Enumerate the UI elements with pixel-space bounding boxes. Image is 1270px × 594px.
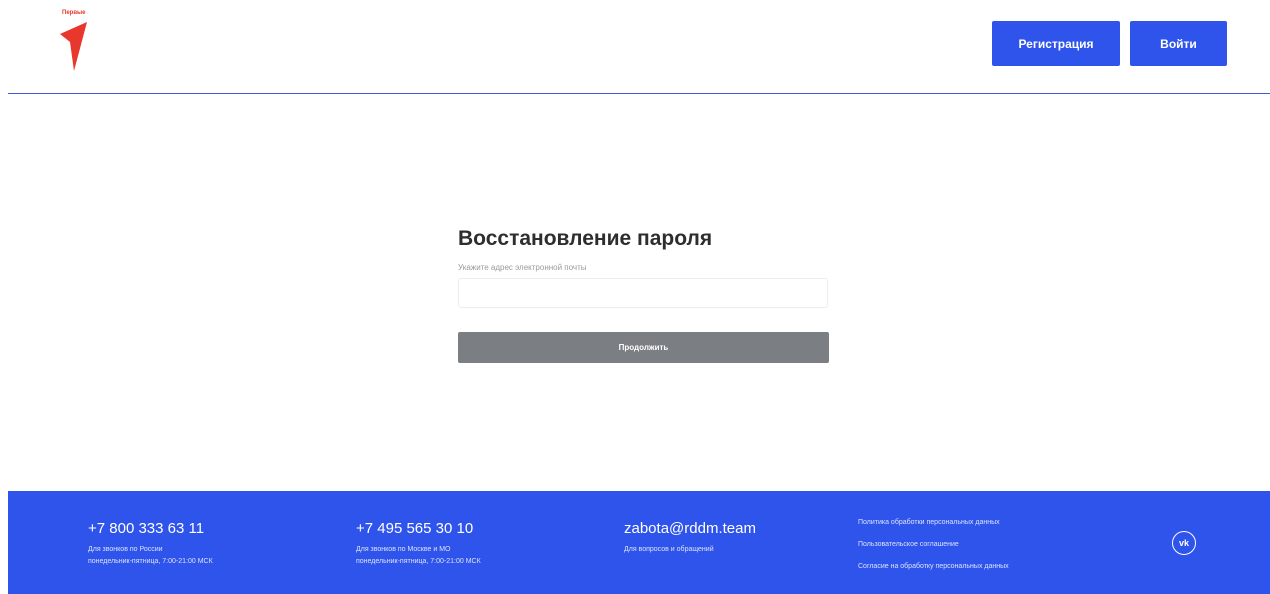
site-header: Первые Регистрация Войти (0, 0, 1270, 95)
privacy-policy-link[interactable]: Политика обработки персональных данных (858, 519, 1009, 541)
page-title: Восстановление пароля (458, 227, 713, 250)
email-label: Укажите адрес электронной почты (458, 263, 587, 272)
email-field[interactable] (458, 278, 828, 308)
data-consent-link[interactable]: Согласие на обработку персональных данны… (858, 563, 1009, 585)
continue-button[interactable]: Продолжить (458, 332, 829, 363)
register-button[interactable]: Регистрация (992, 21, 1120, 66)
phone-moscow-note: Для звонков по Москве и МО (356, 546, 451, 553)
logo[interactable]: Первые (58, 10, 98, 72)
footer-contact-email: zabota@rddm.team Для вопросов и обращени… (624, 520, 756, 556)
phone-russia[interactable]: +7 800 333 63 11 (88, 520, 213, 537)
footer-contact-russia: +7 800 333 63 11 Для звонков по России п… (88, 520, 213, 568)
footer-legal-links: Политика обработки персональных данных П… (858, 519, 1009, 585)
vk-glyph: vk (1178, 538, 1189, 548)
footer-contact-moscow: +7 495 565 30 10 Для звонков по Москве и… (356, 520, 481, 568)
phone-russia-hours: понедельник-пятница, 7:00-21:00 МСК (88, 558, 213, 565)
phone-moscow[interactable]: +7 495 565 30 10 (356, 520, 481, 537)
phone-russia-note: Для звонков по России (88, 546, 163, 553)
header-divider (8, 93, 1270, 94)
site-footer: +7 800 333 63 11 Для звонков по России п… (8, 491, 1270, 594)
user-agreement-link[interactable]: Пользовательское соглашение (858, 541, 1009, 563)
logo-text: Первые (62, 10, 86, 16)
support-email[interactable]: zabota@rddm.team (624, 520, 756, 537)
login-button[interactable]: Войти (1130, 21, 1227, 66)
vk-icon[interactable]: vk (1172, 531, 1196, 555)
phone-moscow-hours: понедельник-пятница, 7:00-21:00 МСК (356, 558, 481, 565)
logo-mark-icon (60, 22, 87, 71)
support-email-note: Для вопросов и обращений (624, 546, 714, 553)
